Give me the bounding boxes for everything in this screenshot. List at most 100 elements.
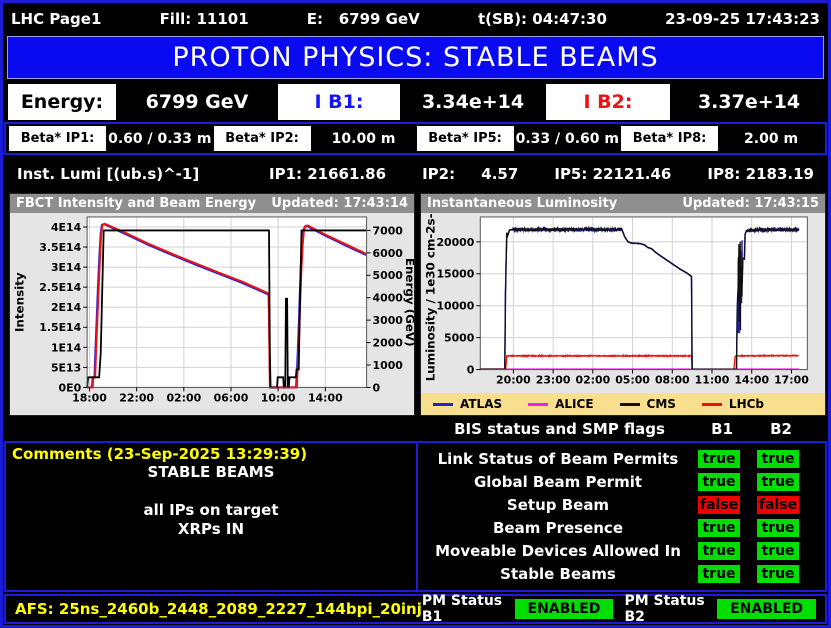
svg-text:3E14: 3E14 (51, 261, 82, 274)
bis-flag-b1: true (698, 473, 740, 491)
intensity-b1-value: 3.34e+14 (405, 84, 541, 120)
lumi-ip1-label: IP1: (269, 165, 302, 183)
svg-text:02:00: 02:00 (575, 373, 610, 386)
svg-text:15000: 15000 (436, 268, 474, 281)
lumi-panel-updated: Updated: 17:43:15 (682, 196, 819, 211)
legend-atlas-label: ATLAS (460, 397, 502, 411)
mode-banner-text: PROTON PHYSICS: STABLE BEAMS (172, 42, 658, 73)
pm-b1-status: ENABLED (515, 599, 614, 619)
svg-text:14:00: 14:00 (308, 391, 343, 404)
alice-line-swatch (528, 403, 548, 406)
comment-line: all IPs on target (12, 501, 410, 520)
bis-row-moveable-devices: Moveable Devices Allowed In true true (418, 542, 825, 560)
svg-text:0E0: 0E0 (59, 381, 82, 394)
beta-ip5-label: Beta* IP5: (417, 126, 514, 151)
comment-line: XRPs IN (12, 520, 410, 539)
page-title: LHC Page1 (11, 10, 101, 28)
svg-text:20000: 20000 (436, 236, 474, 249)
bis-flag-b1: true (698, 450, 740, 468)
svg-text:2E14: 2E14 (51, 301, 82, 314)
afs-scheme: AFS: 25ns_2460b_2448_2089_2227_144bpi_20… (15, 600, 422, 618)
comments-title: Comments (23-Sep-2025 13:29:39) (12, 445, 410, 463)
bis-row-label: Moveable Devices Allowed In (418, 542, 698, 560)
luminosity-chart: 20:0023:0002:0005:0008:0011:0014:0017:00… (421, 213, 825, 393)
bis-row-label: Global Beam Permit (418, 473, 698, 491)
bis-row-label: Link Status of Beam Permits (418, 450, 698, 468)
beta-ip5-value: 0.33 / 0.60 m (516, 126, 619, 151)
svg-text:Luminosity / 1e30 cm-2s-1: Luminosity / 1e30 cm-2s-1 (424, 213, 438, 381)
bis-flag-b2: true (757, 565, 799, 583)
bis-row-label: Setup Beam (418, 496, 698, 514)
top-status-bar: LHC Page1 Fill: 11101 E: 6799 GeV t(SB):… (3, 3, 828, 34)
fbct-panel-titlebar: FBCT Intensity and Beam Energy Updated: … (10, 194, 414, 213)
lhc-page1-display: LHC Page1 Fill: 11101 E: 6799 GeV t(SB):… (0, 0, 831, 628)
comments-box: Comments (23-Sep-2025 13:29:39) STABLE B… (4, 441, 418, 592)
bis-row-global-permit: Global Beam Permit true true (418, 473, 825, 491)
lumi-ip8-value: 2183.19 (746, 165, 814, 183)
svg-text:1000: 1000 (373, 359, 404, 372)
inst-lumi-row: Inst. Lumi [(ub.s)^-1] IP1: 21661.86 IP2… (3, 155, 828, 192)
svg-text:05:00: 05:00 (615, 373, 650, 386)
svg-text:10:00: 10:00 (261, 391, 296, 404)
lumi-ip2-label: IP2: (422, 165, 455, 183)
fbct-panel-updated: Updated: 17:43:14 (271, 196, 408, 211)
beta-ip8-value: 2.00 m (720, 126, 822, 151)
svg-text:5000: 5000 (373, 269, 404, 282)
cms-line-swatch (620, 403, 640, 406)
bis-flag-b2: false (757, 496, 799, 514)
svg-text:3000: 3000 (373, 314, 404, 327)
legend-alice-label: ALICE (555, 397, 593, 411)
bis-flag-b1: true (698, 542, 740, 560)
intensity-b2-label: I B2: (546, 84, 670, 120)
bis-col-b1: B1 (701, 420, 743, 438)
fbct-intensity-panel: FBCT Intensity and Beam Energy Updated: … (9, 193, 415, 416)
bis-flag-b1: true (698, 519, 740, 537)
pm-b1-label: PM Status B1 (422, 593, 504, 625)
comment-line (12, 482, 410, 501)
lumi-ip5-label: IP5: (554, 165, 587, 183)
svg-text:5E13: 5E13 (51, 361, 81, 374)
legend-lhcb-label: LHCb (729, 397, 764, 411)
beta-ip2-value: 10.00 m (313, 126, 415, 151)
svg-text:20:00: 20:00 (496, 373, 531, 386)
bis-flag-b2: true (757, 473, 799, 491)
svg-text:2.5E14: 2.5E14 (39, 281, 81, 294)
charts-region: FBCT Intensity and Beam Energy Updated: … (3, 193, 828, 416)
svg-text:4000: 4000 (373, 292, 404, 305)
svg-text:0: 0 (467, 363, 475, 376)
atlas-line-swatch (433, 403, 453, 406)
inst-lumi-values: IP1: 21661.86 IP2: 4.57 IP5: 22121.46 IP… (269, 165, 814, 183)
intensity-b2-value: 3.37e+14 (675, 84, 823, 120)
svg-text:17:00: 17:00 (774, 373, 809, 386)
svg-text:4E14: 4E14 (51, 221, 82, 234)
lumi-ip5-value: 22121.46 (593, 165, 672, 183)
svg-text:7000: 7000 (373, 224, 404, 237)
bis-row-link-status: Link Status of Beam Permits true true (418, 450, 825, 468)
beta-star-row: Beta* IP1: 0.60 / 0.33 m Beta* IP2: 10.0… (4, 122, 827, 155)
bis-flag-b1: false (698, 496, 740, 514)
energy-label: Energy: (8, 84, 116, 120)
lumi-ip1: IP1: 21661.86 (269, 165, 386, 183)
svg-text:6000: 6000 (373, 247, 404, 260)
lumi-ip5: IP5: 22121.46 (554, 165, 671, 183)
svg-text:5000: 5000 (444, 331, 475, 344)
energy-intensity-row: Energy: 6799 GeV I B1: 3.34e+14 I B2: 3.… (3, 81, 828, 122)
lumi-ip8: IP8: 2183.19 (707, 165, 814, 183)
lumi-ip1-value: 21661.86 (307, 165, 386, 183)
fbct-panel-title: FBCT Intensity and Beam Energy (16, 196, 256, 211)
legend-alice: ALICE (528, 397, 593, 411)
svg-text:06:00: 06:00 (214, 391, 249, 404)
energy-value: 6799 GeV (121, 84, 273, 120)
beta-ip1-value: 0.60 / 0.33 m (108, 126, 211, 151)
bis-flag-b2: true (757, 450, 799, 468)
comment-line: STABLE BEAMS (12, 463, 410, 482)
afs-footer-bar: AFS: 25ns_2460b_2448_2089_2227_144bpi_20… (4, 594, 827, 624)
legend-atlas: ATLAS (433, 397, 502, 411)
bis-row-label: Stable Beams (418, 565, 698, 583)
fbct-intensity-chart: 18:0022:0002:0006:0010:0014:000E05E131E1… (10, 213, 414, 415)
lhcb-line-swatch (702, 403, 722, 406)
bis-row-stable-beams: Stable Beams true true (418, 565, 825, 583)
svg-text:14:00: 14:00 (734, 373, 769, 386)
lumi-ip8-label: IP8: (707, 165, 740, 183)
svg-text:02:00: 02:00 (166, 391, 201, 404)
